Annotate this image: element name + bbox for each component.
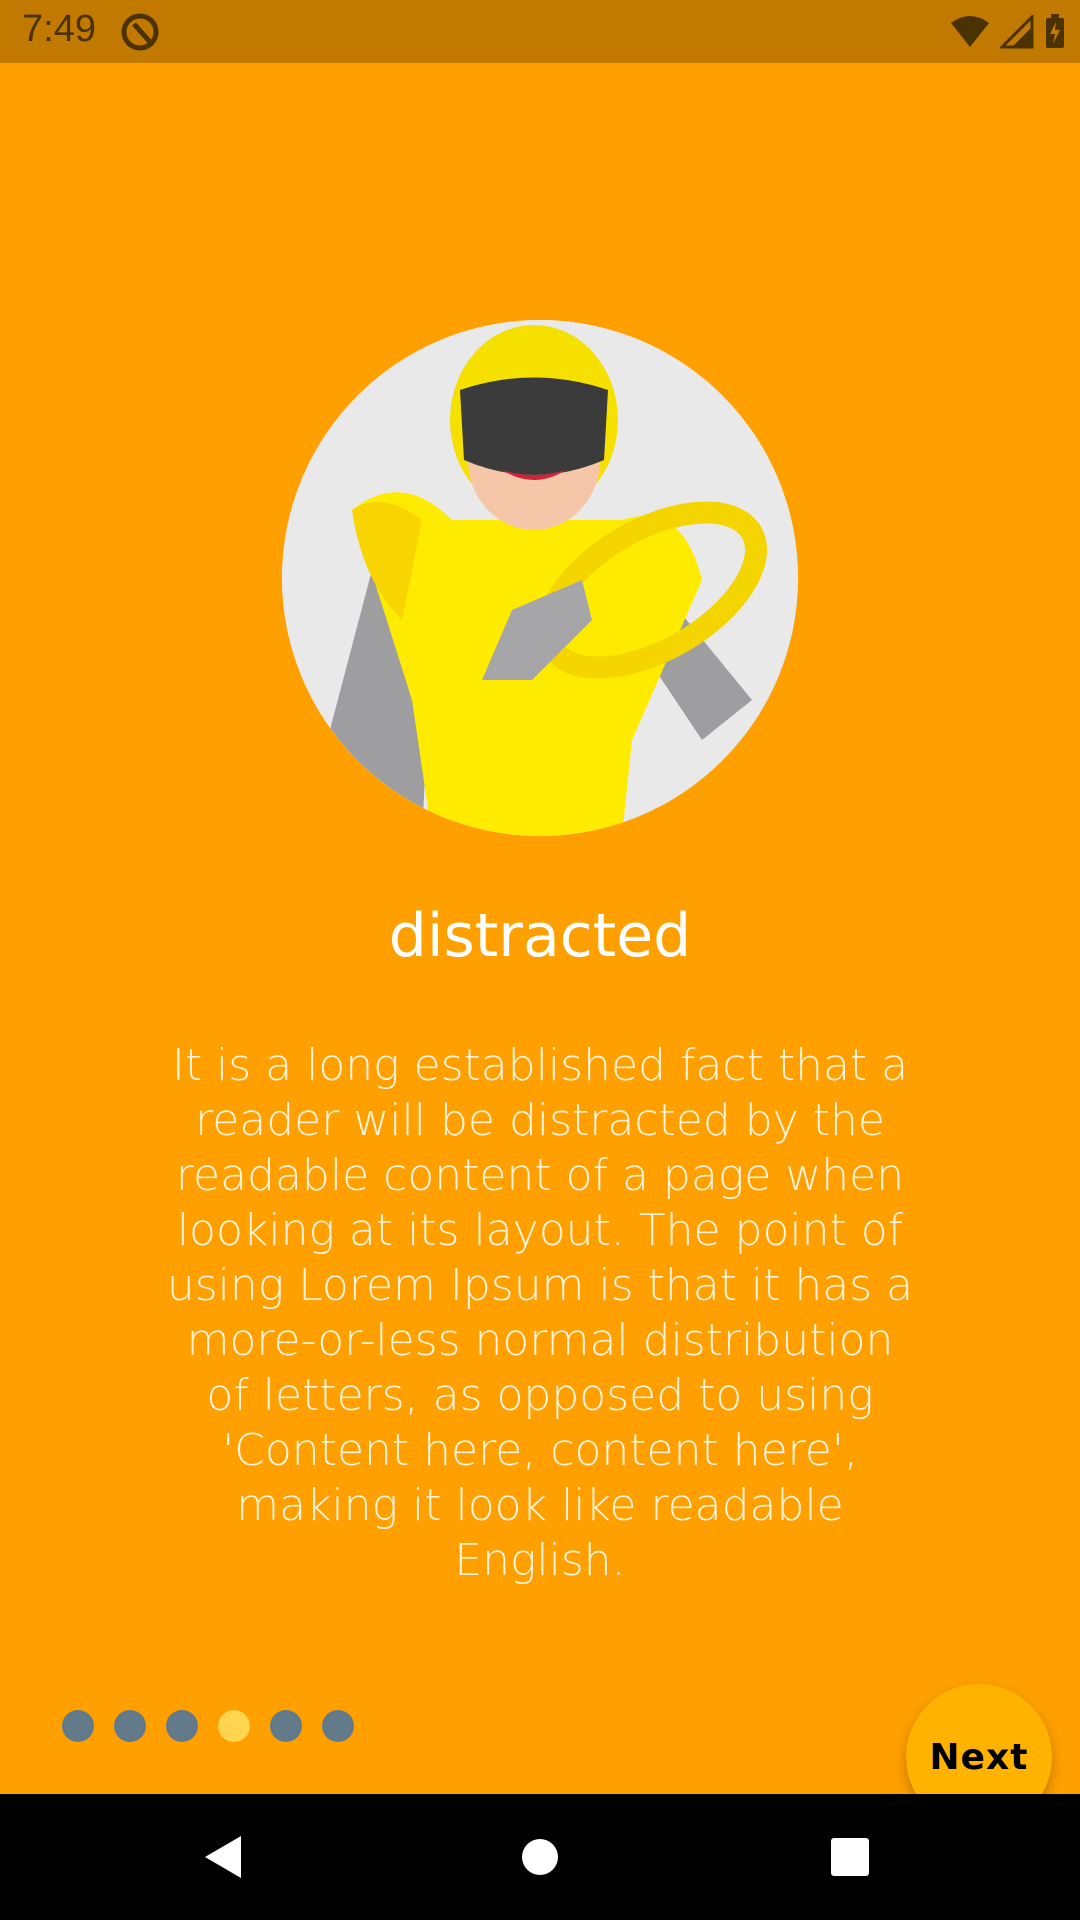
page-dot[interactable] [166, 1710, 198, 1742]
page-dot[interactable] [114, 1710, 146, 1742]
page-dot-active[interactable] [218, 1710, 250, 1742]
page-dot[interactable] [270, 1710, 302, 1742]
back-button[interactable] [164, 1794, 284, 1920]
status-time: 7:49 [22, 8, 96, 50]
back-icon [205, 1836, 241, 1878]
character-illustration [282, 320, 798, 836]
cell-signal-icon [1000, 15, 1034, 49]
page-indicator [62, 1710, 354, 1742]
page-description: It is a long established fact that a rea… [166, 1040, 914, 1586]
home-button[interactable] [480, 1794, 600, 1920]
home-icon [522, 1839, 558, 1875]
recents-button[interactable] [790, 1794, 910, 1920]
page-title: distracted [388, 901, 692, 971]
page-dot[interactable] [62, 1710, 94, 1742]
system-nav-bar [0, 1794, 1080, 1920]
battery-charging-icon [1046, 14, 1064, 48]
status-icons [950, 12, 1066, 52]
q-circle-icon [121, 13, 159, 51]
page-dot[interactable] [322, 1710, 354, 1742]
onboarding-illustration [282, 320, 798, 836]
status-bar: 7:49 [0, 0, 1080, 63]
wifi-icon [951, 16, 989, 47]
onboarding-page: distracted It is a long established fact… [0, 63, 1080, 1830]
recents-icon [831, 1838, 869, 1876]
